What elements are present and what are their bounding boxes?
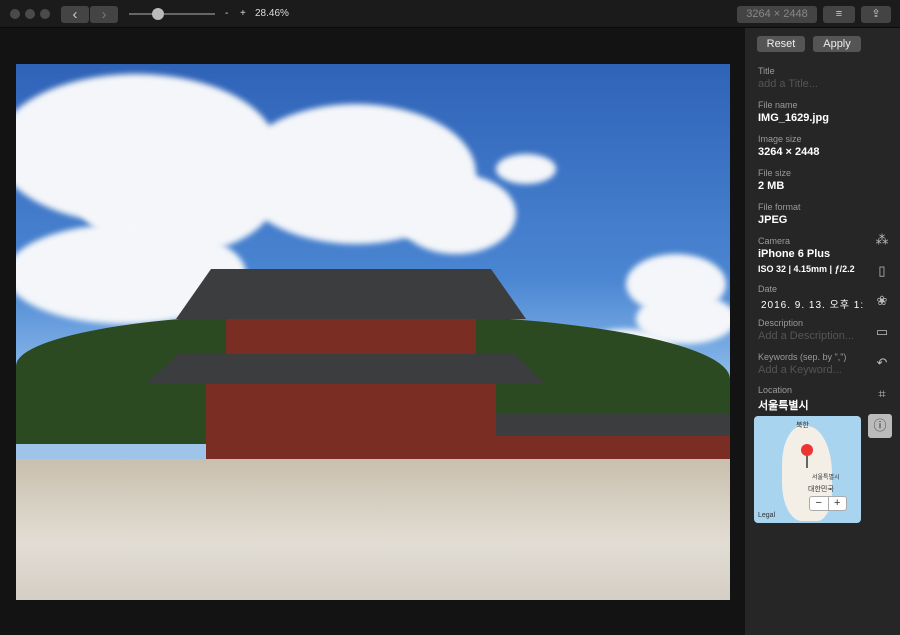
share-icon[interactable]: ⇪ xyxy=(861,6,891,23)
title-label: Title xyxy=(758,66,775,76)
description-label: Description xyxy=(758,318,804,328)
keywords-label: Keywords (sep. by ",") xyxy=(758,352,847,362)
filename-label: File name xyxy=(758,100,798,110)
format-label: File format xyxy=(758,202,801,212)
filesize-value: 2 MB xyxy=(758,180,785,192)
date-value[interactable]: 2016. 9. 13. 오후 1: xyxy=(761,296,864,311)
filesize-label: File size xyxy=(758,168,792,178)
minimize-window-button[interactable] xyxy=(25,9,35,19)
filename-value[interactable]: IMG_1629.jpg xyxy=(758,112,829,124)
format-value: JPEG xyxy=(758,214,788,226)
location-label: Location xyxy=(758,385,793,395)
zoom-window-button[interactable] xyxy=(40,9,50,19)
zoom-out-button[interactable]: - xyxy=(225,8,228,19)
color-filter-icon[interactable]: ❀ xyxy=(872,291,892,311)
imagesize-value: 3264 × 2448 xyxy=(758,146,820,158)
title-bar: ‹ › - + 28.46% 3264 × 2448 ≡ ⇪ xyxy=(0,0,900,28)
title-input[interactable]: add a Title... xyxy=(758,78,818,90)
exposure-value: ISO 32 | 4.15mm | ƒ/2.2 xyxy=(758,264,855,274)
aspect-icon[interactable]: ▭ xyxy=(872,322,892,342)
apply-button[interactable]: Apply xyxy=(813,36,861,52)
map-label-north: 북한 xyxy=(796,422,809,429)
description-input[interactable]: Add a Description... xyxy=(758,330,854,342)
keywords-input[interactable]: Add a Keyword... xyxy=(758,364,842,376)
adjust-icon[interactable]: ▯ xyxy=(872,261,892,281)
map-pin-icon xyxy=(801,444,813,456)
dimensions-display: 3264 × 2448 xyxy=(737,6,817,23)
close-window-button[interactable] xyxy=(10,9,20,19)
back-button[interactable]: ‹ xyxy=(61,6,89,23)
map-legal-link[interactable]: Legal xyxy=(758,512,775,519)
map-label-city: 서울특별시 xyxy=(812,475,840,481)
rotate-icon[interactable]: ↶ xyxy=(872,353,892,373)
camera-value: iPhone 6 Plus xyxy=(758,248,831,260)
camera-label: Camera xyxy=(758,236,791,246)
zoom-in-button[interactable]: + xyxy=(240,8,246,19)
photo-canvas[interactable] xyxy=(16,64,730,600)
info-icon[interactable]: ⓘ xyxy=(868,414,892,438)
reset-button[interactable]: Reset xyxy=(757,36,805,52)
imagesize-label: Image size xyxy=(758,134,802,144)
zoom-level: 28.46% xyxy=(255,8,289,19)
location-map[interactable]: 북한 서울특별시 대한민국 − + Legal xyxy=(754,416,861,523)
zoom-slider[interactable] xyxy=(129,13,215,15)
crop-icon[interactable]: ⌗ xyxy=(872,384,892,404)
map-label-country: 대한민국 xyxy=(808,486,834,493)
magic-wand-icon[interactable]: ⁂ xyxy=(872,230,892,250)
map-zoom-out-button[interactable]: − xyxy=(810,497,829,510)
forward-button[interactable]: › xyxy=(90,6,118,23)
info-sidebar: Reset Apply Title add a Title... File na… xyxy=(745,28,900,635)
map-zoom-in-button[interactable]: + xyxy=(829,497,847,510)
zoom-slider-knob[interactable] xyxy=(152,8,164,20)
location-value: 서울특별시 xyxy=(758,400,809,412)
list-icon[interactable]: ≡ xyxy=(823,6,855,23)
date-label: Date xyxy=(758,284,778,294)
